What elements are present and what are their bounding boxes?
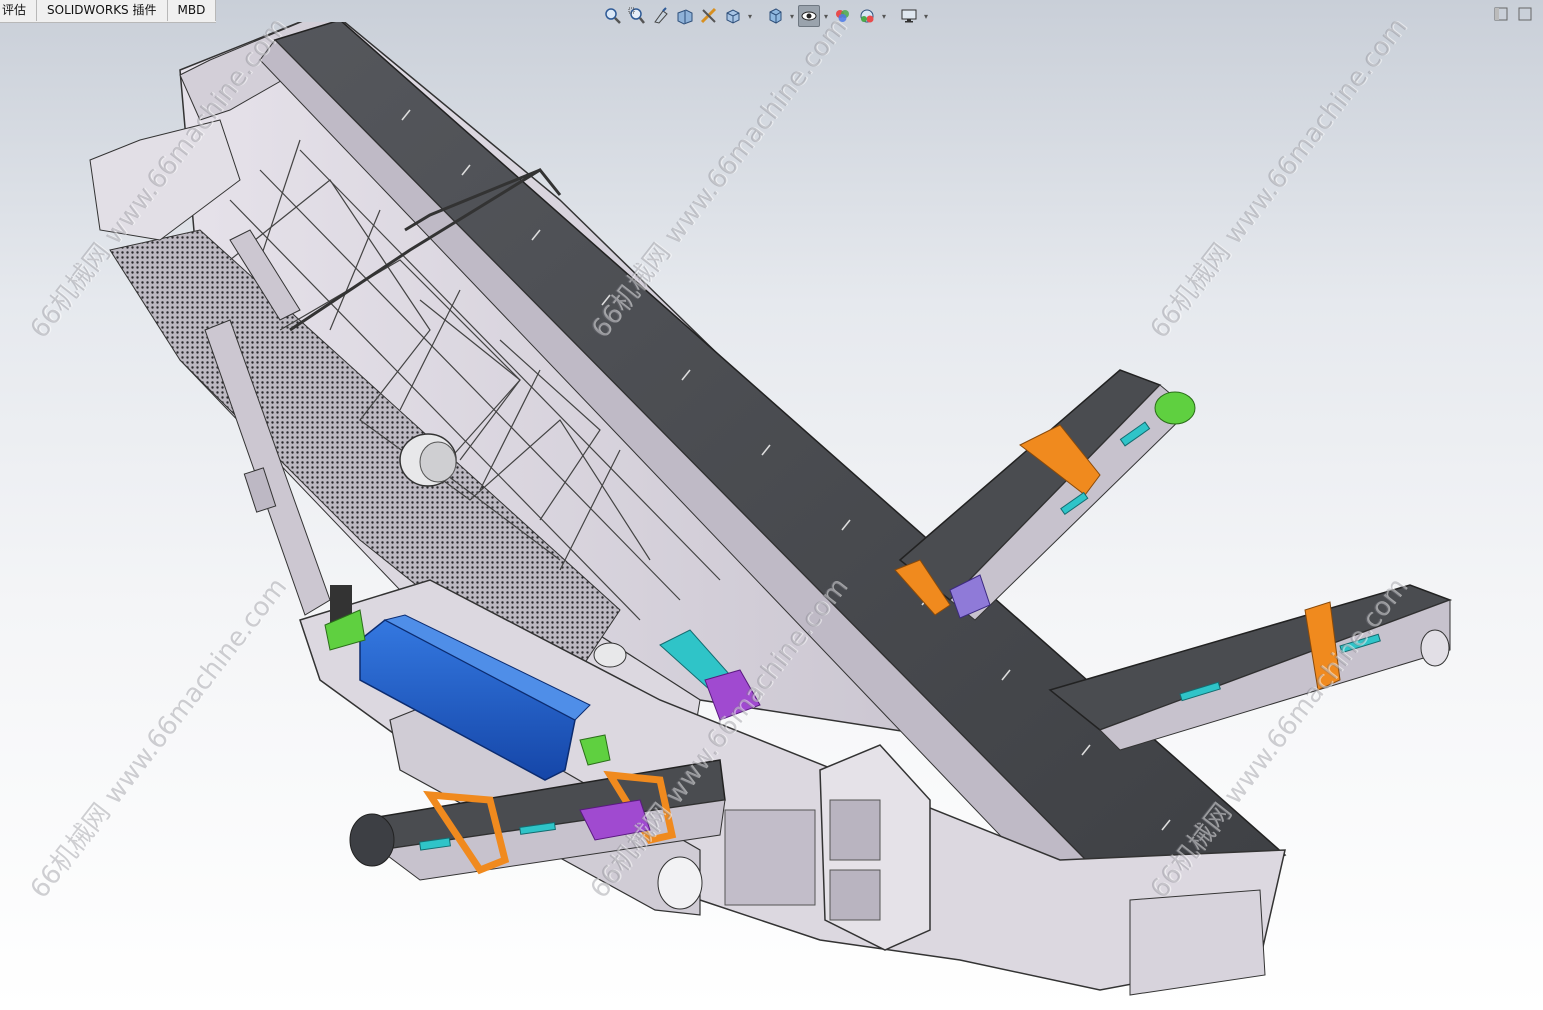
graphics-viewport[interactable]: 66机械网 www.66machine.com 66机械网 www.66mach… [0, 12, 1543, 1010]
tab-mbd[interactable]: MBD [167, 0, 217, 21]
side-conveyor-upper [894, 369, 1196, 621]
command-manager-tabs: 评估 SOLIDWORKS 插件 MBD [0, 0, 217, 23]
tab-evaluate[interactable]: 评估 [0, 0, 38, 21]
window-controls [1493, 6, 1533, 22]
side-conveyor-lower [1048, 584, 1453, 751]
tab-solidworks-addins[interactable]: SOLIDWORKS 插件 [37, 0, 168, 21]
screen-conveyor-model [89, 22, 1453, 996]
restore-icon[interactable] [1493, 6, 1509, 22]
maximize-icon[interactable] [1517, 6, 1533, 22]
